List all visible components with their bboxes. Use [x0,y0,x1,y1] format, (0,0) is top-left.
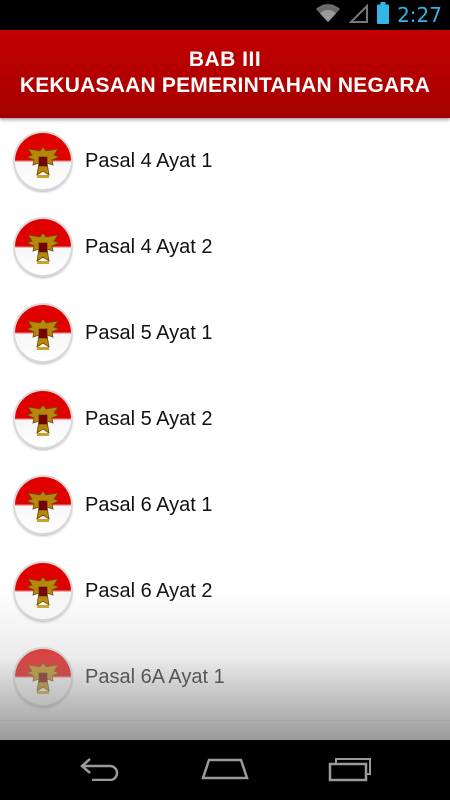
list-item[interactable]: Pasal 6A Ayat 1 [0,634,450,721]
list-item[interactable]: Pasal 4 Ayat 1 [0,118,450,205]
battery-icon [377,1,390,29]
list-item-label: Pasal 5 Ayat 2 [85,408,213,430]
list-item[interactable]: Pasal 5 Ayat 2 [0,376,450,463]
list-item-label: Pasal 6 Ayat 1 [85,494,213,516]
article-list[interactable]: Pasal 4 Ayat 1 Pasal 4 Ayat 2 Pasal 5 Ay… [0,118,450,740]
chapter-title: KEKUASAAN PEMERINTAHAN NEGARA [19,74,431,97]
garuda-emblem-icon [15,477,71,533]
garuda-emblem-icon [15,391,71,447]
list-item[interactable]: Pasal 5 Ayat 1 [0,290,450,377]
signal-icon [348,2,369,29]
garuda-emblem-icon [15,133,71,189]
back-icon [78,755,122,786]
garuda-emblem-icon [15,219,71,275]
recent-apps-icon [328,754,372,787]
navigation-bar [0,740,450,800]
garuda-emblem-icon [15,649,71,705]
status-bar: 2:27 [0,0,450,30]
garuda-emblem-icon [15,563,71,619]
list-item-label: Pasal 6A Ayat 1 [85,666,225,688]
list-item-label: Pasal 6 Ayat 2 [85,580,213,602]
back-button[interactable] [70,752,130,788]
chapter-header: BAB III KEKUASAAN PEMERINTAHAN NEGARA [0,30,450,118]
chapter-number: BAB III [188,48,262,71]
clock: 2:27 [397,3,442,27]
list-item-label: Pasal 5 Ayat 1 [85,322,213,344]
list-item-label: Pasal 4 Ayat 2 [85,236,213,258]
wifi-icon [315,2,341,29]
list-item[interactable]: Pasal 4 Ayat 2 [0,204,450,291]
list-item[interactable]: Pasal 6 Ayat 2 [0,548,450,635]
home-icon [201,756,249,785]
home-button[interactable] [195,752,255,788]
list-item[interactable]: Pasal 6 Ayat 1 [0,462,450,549]
list-item-label: Pasal 4 Ayat 1 [85,150,213,172]
garuda-emblem-icon [15,305,71,361]
recent-apps-button[interactable] [320,752,380,788]
